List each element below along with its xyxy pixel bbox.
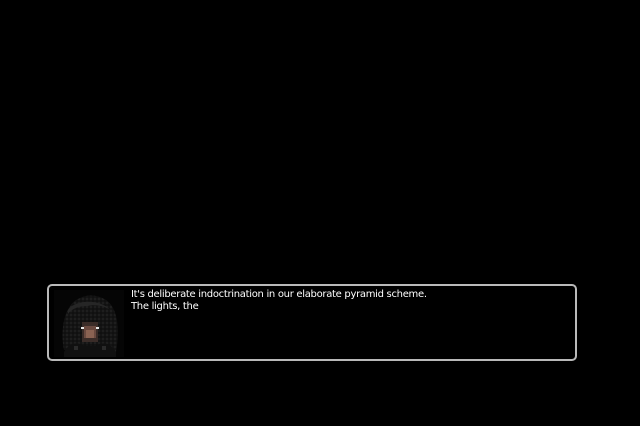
dialogue-text: It's deliberate indoctrination in our el… [131,289,571,313]
hooded-character-portrait-icon [54,290,124,357]
dialogue-box[interactable]: It's deliberate indoctrination in our el… [47,284,577,361]
dialogue-line-1: It's deliberate indoctrination in our el… [131,289,427,300]
dialogue-line-2: The lights, the [131,301,199,312]
game-screen: It's deliberate indoctrination in our el… [0,0,640,426]
